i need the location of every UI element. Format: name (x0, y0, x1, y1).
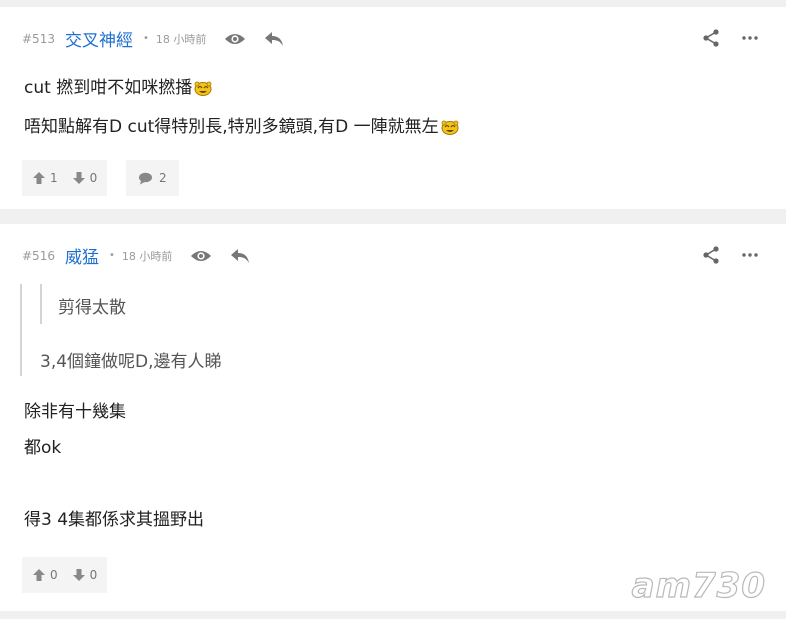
content-line (24, 466, 204, 502)
reply-icon[interactable] (264, 31, 284, 47)
thumbs-down-icon (72, 172, 85, 184)
downvote-button[interactable]: 0 (72, 568, 98, 582)
upvote-count: 1 (50, 171, 58, 185)
content-line: 唔知點解有D cut得特別長,特別多鏡頭,有D 一陣就無左 (24, 109, 459, 148)
more-icon[interactable] (742, 36, 758, 40)
post-meta: #513 交叉神經 • 18 小時前 (22, 26, 284, 51)
post-number: #516 (22, 248, 55, 263)
author-name[interactable]: 交叉神經 (65, 26, 133, 51)
downvote-count: 0 (89, 568, 98, 582)
content-line: 得3 4集都係求其搵野出 (24, 510, 205, 530)
post-513: #513 交叉神經 • 18 小時前 cut 撚到咁不如咪撚播 唔知點解有D c… (0, 7, 786, 209)
watermark-logo: am730 (631, 565, 766, 606)
upvote-count: 0 (50, 568, 58, 582)
content-line: 都ok (24, 438, 62, 458)
reply-count-button[interactable]: 2 (126, 160, 179, 196)
vote-bar: 0 0 (22, 557, 108, 593)
vote-bar: 1 0 (22, 160, 108, 196)
downvote-button[interactable]: 0 (72, 171, 98, 185)
downvote-count: 0 (89, 171, 98, 185)
post-meta: #516 威猛 • 18 小時前 (22, 243, 250, 268)
quote-text: 3,4個鐘做呢D,邊有人睇 (40, 352, 222, 372)
laugh-emoji-icon (194, 73, 212, 109)
eye-icon[interactable] (190, 249, 212, 263)
upvote-button[interactable]: 1 (32, 171, 58, 185)
nested-quote-text: 剪得太散 (58, 298, 126, 318)
thumbs-down-icon (72, 569, 85, 581)
post-content: cut 撚到咁不如咪撚播 唔知點解有D cut得特別長,特別多鏡頭,有D 一陣就… (24, 70, 459, 148)
post-time: 18 小時前 (155, 32, 207, 46)
post-516: #516 威猛 • 18 小時前 剪得太散 3,4個鐘做呢D,邊有人睇 除非有十… (0, 224, 786, 611)
upvote-button[interactable]: 0 (32, 568, 58, 582)
quote-bar-inner (40, 284, 42, 324)
quote-bar-outer (20, 284, 22, 376)
share-icon[interactable] (702, 246, 720, 264)
reply-icon[interactable] (230, 248, 250, 264)
more-icon[interactable] (742, 253, 758, 257)
separator-dot: • (142, 33, 149, 44)
post-content: 除非有十幾集 都ok 得3 4集都係求其搵野出 (24, 394, 204, 538)
reply-count: 2 (159, 171, 167, 185)
comment-icon (139, 172, 152, 184)
post-number: #513 (22, 31, 55, 46)
post-time: 18 小時前 (121, 249, 173, 263)
share-icon[interactable] (702, 29, 720, 47)
thumbs-up-icon (33, 569, 45, 581)
eye-icon[interactable] (224, 32, 246, 46)
laugh-emoji-icon (441, 112, 459, 148)
content-line: 除非有十幾集 (24, 402, 126, 422)
thumbs-up-icon (33, 172, 45, 184)
separator-dot: • (108, 250, 115, 261)
content-line: cut 撚到咁不如咪撚播 (24, 70, 459, 109)
author-name[interactable]: 威猛 (65, 243, 99, 268)
